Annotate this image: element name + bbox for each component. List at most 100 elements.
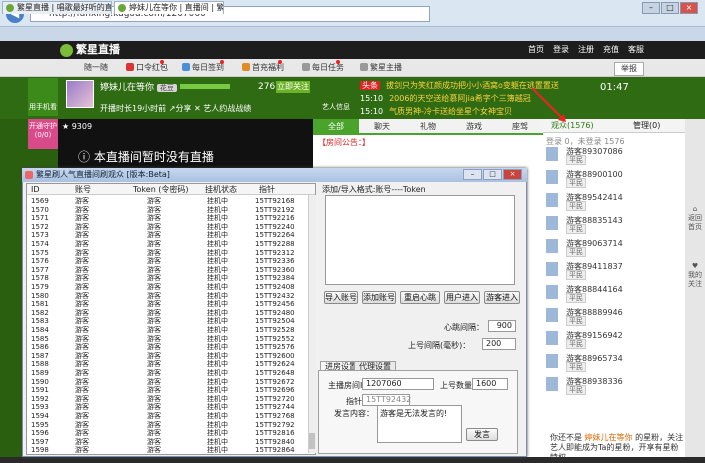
viewer-avatar [546, 193, 558, 207]
interval-input[interactable]: 200 [482, 338, 516, 350]
table-cell: 挂机中 [207, 446, 228, 455]
viewer-item[interactable]: 游客88965734 平民 [546, 353, 676, 372]
account-count-input[interactable]: 1600 [472, 378, 508, 390]
room-notice: 【房间公告：】 [318, 138, 370, 147]
rank-tag: 平民 [566, 316, 586, 326]
fan-count: 276 [258, 82, 276, 92]
toolbar-recruit[interactable]: 繁星主播 [360, 59, 402, 77]
watch-on-mobile-button[interactable]: 用手机看 [28, 78, 58, 116]
dialog-title: 繁星刷人气直播间刷观众 [版本:Beta] [36, 170, 170, 179]
viewer-item[interactable]: 游客88938336 平民 [546, 376, 676, 395]
nav-login[interactable]: 登录 [553, 41, 569, 59]
dialog-close-button[interactable]: × [503, 169, 522, 180]
add-account-button[interactable]: 添加账号 [362, 291, 396, 304]
viewer-item[interactable]: 游客88900100 平民 [546, 169, 676, 188]
logo-icon [60, 44, 73, 57]
heartbeat-input[interactable]: 900 [488, 320, 516, 332]
artist-info-button[interactable]: 艺人信息 [318, 80, 354, 116]
viewer-item[interactable]: 游客89307086 平民 [546, 146, 676, 165]
interval-label: 上号间隔(毫秒)： [408, 341, 471, 350]
minimize-button[interactable]: – [642, 2, 660, 14]
offline-message: ⓘ 本直播间暂时没有直播 [78, 150, 214, 164]
share-link[interactable]: ↗分享 [169, 104, 192, 113]
viewer-item[interactable]: 游客89411837 平民 [546, 261, 676, 280]
viewer-item[interactable]: 游客89063714 平民 [546, 238, 676, 257]
user-enter-button[interactable]: 用户进入 [444, 291, 480, 304]
tab-label: 繁星直播 | 唱歌最好听的直播... [17, 3, 112, 12]
report-button[interactable]: 举报 [614, 62, 644, 76]
toolbar-signin[interactable]: 每日签到 [182, 59, 224, 77]
video-stage [58, 119, 313, 174]
viewer-item[interactable]: 游客88835143 平民 [546, 215, 676, 234]
host-link[interactable]: 婷妹儿在等你 [585, 433, 633, 442]
table-cell: 1598 [31, 446, 49, 455]
tab-chat[interactable]: 聊天 [359, 119, 405, 135]
dialog-minimize-button[interactable]: – [463, 169, 482, 180]
import-account-button[interactable]: 导入账号 [324, 291, 358, 304]
dialog-maximize-button[interactable]: □ [483, 169, 502, 180]
browser-tab-1[interactable]: 繁星直播 | 唱歌最好听的直播... [2, 1, 112, 14]
col-account[interactable]: 账号 [75, 184, 91, 195]
back-home-button[interactable]: ⌂ 返回首页 [687, 205, 703, 232]
nav-home[interactable]: 首页 [528, 41, 544, 59]
redpacket-icon [126, 63, 134, 71]
tab-admin[interactable]: 管理(0) [633, 119, 660, 133]
nav-recharge[interactable]: 充值 [603, 41, 619, 59]
col-id[interactable]: ID [31, 184, 40, 195]
col-status[interactable]: 挂机状态 [205, 184, 237, 195]
clock: 01:47 [600, 82, 629, 93]
my-follow-button[interactable]: ♥ 我的关注 [687, 262, 703, 289]
live-duration: 开播时长19小时前 [100, 104, 167, 113]
viewer-avatar [546, 331, 558, 345]
guard-button[interactable]: 开通守护(0/0) [28, 119, 58, 149]
site-favicon-icon [6, 4, 14, 12]
rank-tag: 平民 [566, 293, 586, 303]
scrollbar-thumb[interactable] [309, 433, 315, 449]
notification-dot [336, 60, 340, 64]
message-textarea[interactable]: 游客是无法发言的! [377, 405, 462, 443]
star-count: ★ 9309 [62, 122, 93, 131]
token-textarea[interactable] [325, 195, 515, 285]
table-cell: 游客 [75, 446, 89, 455]
ticker-item[interactable]: 15:10 气质男神-冷卡送给坐星个女神宝贝 [360, 106, 512, 117]
tab-gift[interactable]: 礼物 [405, 119, 451, 135]
host-avatar[interactable] [66, 80, 94, 108]
viewer-item[interactable]: 游客89542414 平民 [546, 192, 676, 211]
rank-tag: 平民 [566, 339, 586, 349]
artist-battle-link[interactable]: ✕ 艺人约战战绩 [194, 104, 251, 113]
level-badge: 花豆 [156, 84, 177, 92]
table-row[interactable]: 1598 游客 游客 挂机中 15TT92864 [27, 446, 307, 455]
send-message-button[interactable]: 发言 [466, 428, 498, 441]
toolbar-random[interactable]: 随一随 [84, 59, 108, 77]
host-name[interactable]: 婷妹儿在等你 [100, 83, 154, 93]
tab-all[interactable]: 全部 [313, 119, 359, 135]
site-logo[interactable]: 繁星直播 [60, 41, 120, 59]
browser-tab-2[interactable]: 婷妹儿在等你 | 直播间 | 繁... [114, 1, 224, 14]
host-info: 婷妹儿在等你 花豆 开播时长19小时前 ↗分享 ✕ 艺人约战战绩 [100, 80, 251, 114]
room-id-input[interactable]: 1207060 [362, 378, 434, 390]
dialog-titlebar[interactable]: 繁星刷人气直播间刷观众 [版本:Beta] [22, 168, 527, 182]
close-window-button[interactable]: × [680, 2, 698, 14]
viewer-item[interactable]: 游客88844164 平民 [546, 284, 676, 303]
col-token[interactable]: Token (令密码) [133, 184, 189, 195]
maximize-button[interactable]: □ [661, 2, 679, 14]
viewer-item[interactable]: 游客89156942 平民 [546, 330, 676, 349]
restart-heartbeat-button[interactable]: 重启心跳 [400, 291, 440, 304]
guest-enter-button[interactable]: 游客进入 [484, 291, 520, 304]
tab-game[interactable]: 游戏 [451, 119, 497, 135]
ticker-item[interactable]: 15:10 2006的天空送给慕阿jia希字个三簿越冠 [360, 93, 531, 104]
message-label: 发言内容： [334, 409, 374, 418]
fan-hint: 你还不是 婷妹儿在等你 的星粉，关注艺人即能成为Ta的星粉，开享有星粉特权。 [550, 433, 684, 462]
heart-icon: ♥ [691, 262, 699, 270]
viewer-item[interactable]: 游客88889946 平民 [546, 307, 676, 326]
nav-register[interactable]: 注册 [578, 41, 594, 59]
follow-button[interactable]: 立即关注 [276, 81, 310, 93]
viewer-avatar [546, 285, 558, 299]
nav-service[interactable]: 客服 [628, 41, 644, 59]
col-pointer[interactable]: 指针 [259, 184, 275, 195]
viewer-avatar [546, 239, 558, 253]
notification-dot [220, 60, 224, 64]
rank-tag: 平民 [566, 270, 586, 280]
viewer-avatar [546, 354, 558, 368]
grid-scrollbar[interactable] [308, 195, 316, 453]
